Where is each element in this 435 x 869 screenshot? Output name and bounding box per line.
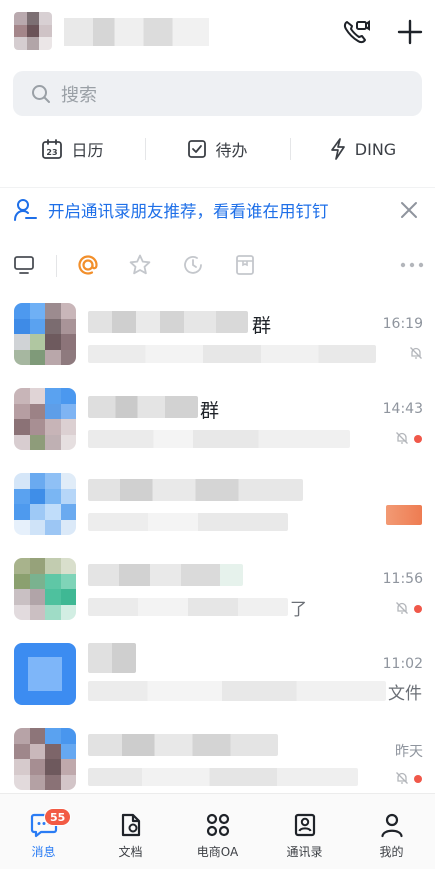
blurred-subtitle <box>88 430 350 448</box>
group-avatar <box>14 728 76 790</box>
top-header <box>0 0 435 66</box>
conversation-row[interactable]: 群 14:43 <box>0 380 435 465</box>
blurred-subtitle <box>88 681 386 701</box>
blurred-title <box>88 734 278 756</box>
search-icon <box>32 84 50 103</box>
filter-tabs <box>0 245 435 285</box>
mute-bell-icon <box>396 772 408 784</box>
banner-text: 开启通讯录朋友推荐，看看谁在用钉钉 <box>48 201 329 221</box>
title-suffix: 群 <box>200 400 220 422</box>
nav-documents[interactable]: 文档 <box>87 794 174 869</box>
todo-check-icon <box>188 140 207 158</box>
contact-recommend-banner[interactable]: 开启通讯录朋友推荐，看看谁在用钉钉 <box>0 187 435 231</box>
video-call-icon[interactable] <box>340 16 372 48</box>
calendar-day-text: 23 <box>47 148 58 157</box>
add-plus-icon[interactable] <box>394 16 426 48</box>
blurred-title <box>88 479 303 501</box>
group-avatar <box>14 303 76 365</box>
nav-messages[interactable]: 55 消息 <box>0 794 87 869</box>
unread-dot <box>414 435 422 443</box>
conversation-time: 14:43 <box>382 401 423 417</box>
conversation-row[interactable]: 群 16:19 <box>0 295 435 380</box>
todo-button[interactable]: 待办 <box>145 128 290 170</box>
blurred-title <box>88 396 198 418</box>
conversation-time: 11:56 <box>382 571 423 587</box>
search-placeholder: 搜索 <box>61 84 97 106</box>
user-avatar[interactable] <box>14 12 52 50</box>
mute-bell-icon <box>410 347 422 359</box>
ding-button[interactable]: DING <box>290 128 435 170</box>
blurred-subtitle <box>88 345 376 363</box>
at-icon[interactable] <box>76 253 100 277</box>
calendar-icon: 23 <box>42 139 63 159</box>
profile-icon <box>380 813 403 838</box>
app-avatar <box>14 643 76 705</box>
calendar-button[interactable]: 23 日历 <box>0 128 145 170</box>
close-icon[interactable] <box>397 198 421 222</box>
blurred-title <box>88 311 248 333</box>
subtitle-suffix: 了 <box>290 600 307 620</box>
nav-label: 通讯录 <box>286 845 323 859</box>
unread-dot <box>414 775 422 783</box>
blurred-subtitle <box>88 513 288 531</box>
conversation-time: 16:19 <box>382 316 423 332</box>
conversation-time: 昨天 <box>395 744 423 760</box>
subtitle-suffix: 文件 <box>388 684 422 704</box>
mute-bell-icon <box>396 602 408 614</box>
conversation-row[interactable]: 文件 11:02 <box>0 635 435 720</box>
search-bar[interactable]: 搜索 <box>13 71 422 116</box>
star-icon[interactable] <box>128 253 152 277</box>
calendar-label: 日历 <box>71 141 104 160</box>
blurred-subtitle <box>88 768 358 786</box>
unread-badge: 55 <box>44 808 72 826</box>
group-avatar <box>14 473 76 535</box>
recent-clock-icon[interactable] <box>181 253 205 277</box>
group-avatar <box>14 558 76 620</box>
conversation-time: 11:02 <box>382 656 423 672</box>
conversation-row[interactable] <box>0 465 435 550</box>
bottom-nav: 55 消息 文档 电商OA 通讯录 我的 <box>0 793 435 869</box>
nav-label: 电商OA <box>196 845 239 859</box>
blurred-title <box>88 643 136 673</box>
ding-lightning-icon <box>330 138 345 160</box>
user-name-blurred <box>64 18 209 46</box>
nav-contacts[interactable]: 通讯录 <box>261 794 348 869</box>
contacts-icon <box>294 813 315 837</box>
nav-label: 我的 <box>379 845 404 859</box>
nav-profile[interactable]: 我的 <box>348 794 435 869</box>
apps-grid-icon <box>206 813 229 837</box>
bookmark-icon[interactable] <box>233 253 257 277</box>
document-icon <box>121 813 140 837</box>
title-suffix: 群 <box>252 315 272 337</box>
add-friend-icon <box>14 198 37 221</box>
nav-ecommerce-oa[interactable]: 电商OA <box>174 794 261 869</box>
more-dots-icon[interactable] <box>400 253 424 277</box>
conversation-row[interactable]: 了 11:56 <box>0 550 435 635</box>
blurred-title <box>88 564 243 586</box>
nav-label: 文档 <box>118 845 143 859</box>
blurred-subtitle <box>88 598 288 616</box>
mute-bell-icon <box>396 432 408 444</box>
blurred-thumbnail <box>386 505 422 525</box>
group-avatar <box>14 388 76 450</box>
unread-dot <box>414 605 422 613</box>
quick-actions: 23 日历 待办 DING <box>0 128 435 170</box>
desktop-icon[interactable] <box>12 253 36 277</box>
filter-divider <box>56 255 57 277</box>
ding-label: DING <box>354 139 397 159</box>
todo-label: 待办 <box>215 141 248 160</box>
nav-label: 消息 <box>31 845 56 859</box>
